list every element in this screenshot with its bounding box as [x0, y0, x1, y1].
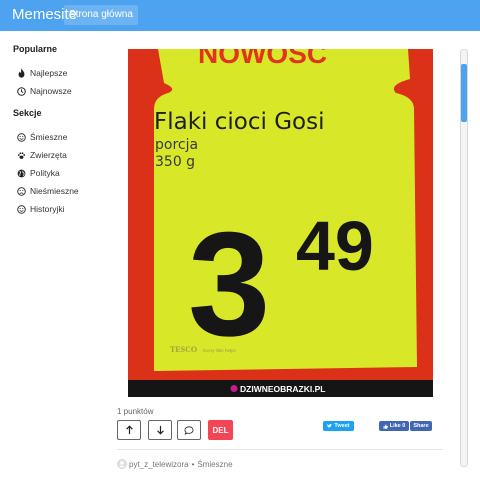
sidebar-item-label: Zwierzęta	[30, 150, 67, 160]
tag-store-tagline: Every little helps	[203, 348, 237, 353]
meme-image[interactable]: NOWOŚĆ Flaki cioci Gosi porcja 350 g 3 4…	[128, 49, 433, 397]
sidebar-item-label: Najnowsze	[30, 86, 72, 96]
sidebar-sections-title: Sekcje	[13, 108, 42, 118]
sidebar: Popularne Najlepsze Najnowsze Sekcje Śmi…	[13, 44, 113, 218]
clock-icon	[16, 86, 26, 96]
sidebar-popular-title: Popularne	[13, 44, 58, 54]
arrow-down-icon	[156, 425, 164, 435]
downvote-button[interactable]	[148, 420, 172, 440]
sidebar-item-label: Polityka	[30, 168, 60, 178]
comment-icon	[184, 425, 194, 435]
smile-icon	[16, 204, 26, 214]
frown-icon	[16, 186, 26, 196]
arrow-up-icon	[125, 425, 133, 435]
post-author[interactable]: pyt_z_telewizora	[129, 460, 189, 469]
watermark-text: DZIWNEOBRAZKI.PL	[240, 384, 325, 394]
paw-icon	[16, 150, 26, 160]
price-tag-photo: NOWOŚĆ Flaki cioci Gosi porcja 350 g 3 4…	[128, 49, 433, 397]
scrollbar[interactable]	[460, 49, 468, 467]
tag-banner-text: NOWOŚĆ	[198, 49, 327, 69]
sidebar-item-historyjki[interactable]: Historyjki	[13, 200, 113, 218]
meta-separator: •	[191, 459, 195, 469]
facebook-share-button[interactable]: Share	[410, 421, 432, 431]
post-category[interactable]: Śmieszne	[197, 460, 232, 469]
post-meta: pyt_z_telewizora • Śmieszne	[117, 459, 233, 469]
sidebar-item-niesmieszne[interactable]: Nieśmieszne	[13, 182, 113, 200]
sidebar-item-zwierzeta[interactable]: Zwierzęta	[13, 146, 113, 164]
sidebar-item-label: Historyjki	[30, 204, 65, 214]
sidebar-item-najnowsze[interactable]: Najnowsze	[13, 82, 113, 100]
globe-icon	[16, 168, 26, 178]
post-divider	[117, 449, 443, 450]
user-avatar-icon	[117, 459, 127, 469]
facebook-like-button[interactable]: Like 0	[379, 421, 409, 431]
tag-portion-label: porcja	[155, 137, 198, 153]
fire-icon	[16, 68, 26, 78]
sidebar-item-najlepsze[interactable]: Najlepsze	[13, 64, 113, 82]
sidebar-item-label: Nieśmieszne	[30, 186, 79, 196]
tag-portion-size: 350 g	[155, 154, 195, 170]
tag-price-main: 3	[188, 202, 270, 367]
tag-product-title: Flaki cioci Gosi	[154, 109, 324, 135]
sidebar-item-polityka[interactable]: Polityka	[13, 164, 113, 182]
post-points: 1 punktów	[117, 407, 154, 416]
tag-price-cents: 49	[296, 207, 374, 285]
nav-home-link[interactable]: Strona główna	[64, 5, 138, 25]
thumbs-up-icon	[383, 423, 388, 429]
top-navbar: Memesite Strona główna	[0, 0, 480, 31]
sidebar-item-label: Najlepsze	[30, 68, 68, 78]
like-label: Like 0	[389, 423, 406, 429]
sidebar-item-label: Śmieszne	[30, 132, 68, 142]
smile-icon	[16, 132, 26, 142]
scrollbar-thumb[interactable]	[461, 64, 467, 122]
tweet-label: Tweet	[334, 423, 350, 429]
tweet-button[interactable]: Tweet	[323, 421, 354, 431]
delete-button[interactable]: DEL	[208, 420, 233, 440]
upvote-button[interactable]	[117, 420, 141, 440]
comment-button[interactable]	[177, 420, 201, 440]
tag-store-logo: TESCO	[170, 345, 197, 354]
twitter-bird-icon	[327, 424, 333, 428]
sidebar-item-smieszne[interactable]: Śmieszne	[13, 128, 113, 146]
